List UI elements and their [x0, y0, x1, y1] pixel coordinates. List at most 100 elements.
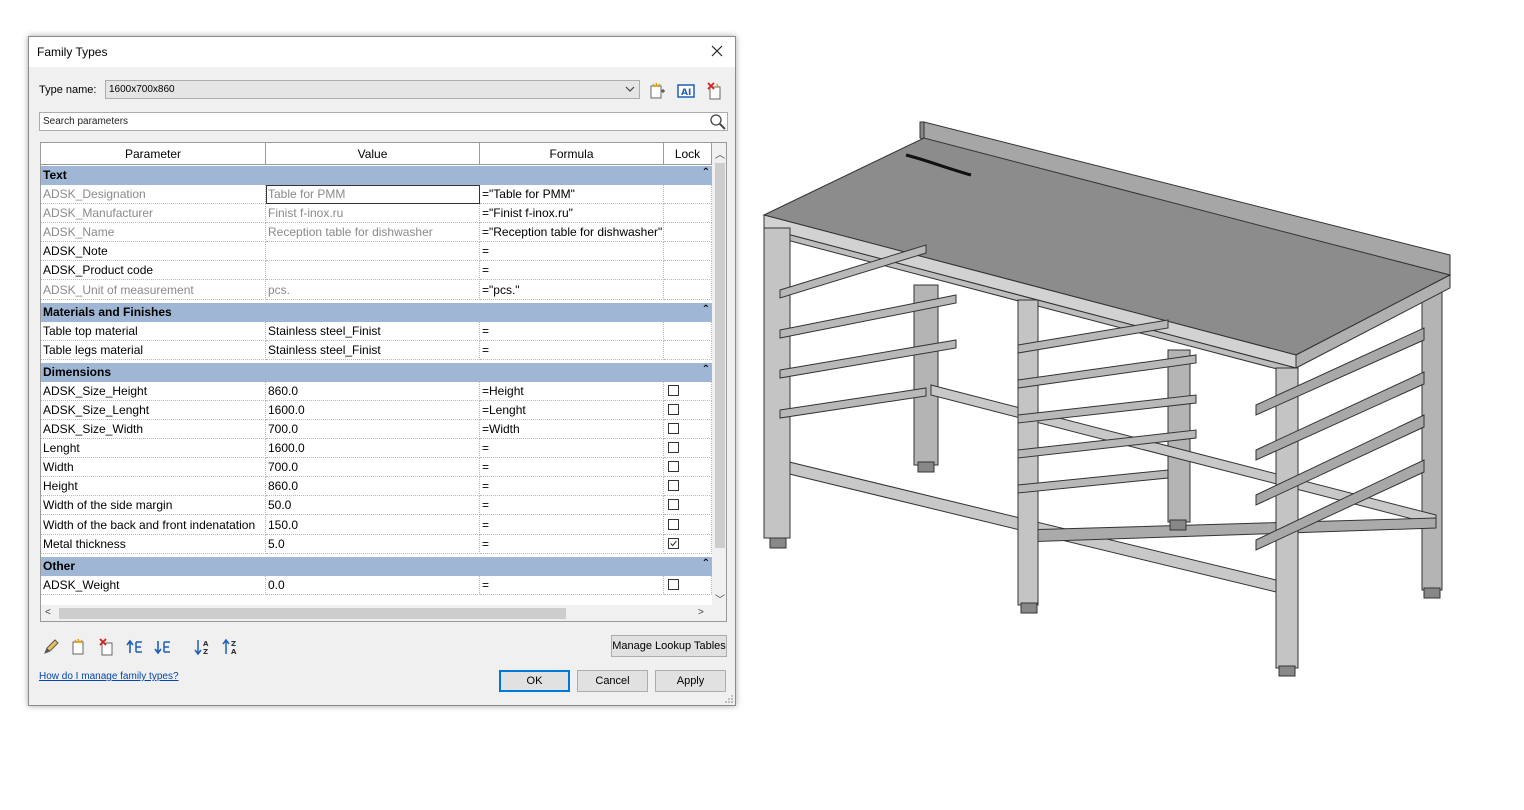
value-cell[interactable]: Finist f-inox.ru — [266, 204, 480, 224]
column-header-lock[interactable]: Lock — [664, 143, 712, 165]
scroll-up-icon[interactable]: ︿ — [715, 146, 725, 161]
formula-cell[interactable]: =Lenght — [480, 400, 664, 420]
sort-ascending-icon[interactable]: AZ — [193, 637, 213, 657]
collapse-icon[interactable]: ⌃ — [702, 167, 710, 178]
formula-cell[interactable]: = — [480, 534, 664, 554]
table-row[interactable]: ADSK_Weight 0.0 = — [41, 575, 712, 595]
column-header-parameter[interactable]: Parameter — [41, 143, 266, 165]
lock-checkbox[interactable] — [668, 578, 679, 590]
formula-cell[interactable]: = — [480, 321, 664, 341]
value-cell[interactable]: 700.0 — [266, 458, 480, 478]
column-header-formula[interactable]: Formula — [480, 143, 664, 165]
lock-checkbox[interactable] — [668, 403, 679, 415]
value-cell[interactable]: 1600.0 — [266, 439, 480, 459]
table-row[interactable]: ADSK_Note = — [41, 242, 712, 262]
type-name-select[interactable]: 1600x700x860 — [105, 80, 640, 99]
lock-checkbox[interactable] — [668, 537, 679, 549]
help-link[interactable]: How do I manage family types? — [39, 671, 179, 682]
edit-pencil-icon[interactable] — [41, 637, 61, 657]
formula-cell[interactable]: =Height — [480, 381, 664, 401]
move-up-icon[interactable] — [125, 637, 145, 657]
value-cell[interactable]: 700.0 — [266, 420, 480, 439]
horizontal-scrollbar[interactable]: < > — [41, 605, 726, 621]
search-input[interactable]: Search parameters — [39, 112, 728, 131]
table-row[interactable]: ADSK_Size_Width 700.0 =Width — [41, 420, 712, 439]
table-row[interactable]: Table legs material Stainless steel_Finis… — [41, 340, 712, 360]
formula-cell[interactable]: ="Reception table for dishwasher" — [480, 223, 664, 243]
table-row[interactable]: Metal thickness 5.0 = — [41, 534, 712, 554]
delete-type-icon[interactable] — [705, 81, 725, 101]
formula-cell[interactable]: = — [480, 261, 664, 281]
horizontal-scroll-thumb[interactable] — [59, 608, 566, 619]
table-row[interactable]: Table top material Stainless steel_Finist… — [41, 321, 712, 341]
table-row[interactable]: ADSK_Size_Lenght 1600.0 =Lenght — [41, 400, 712, 420]
value-cell[interactable]: 50.0 — [266, 496, 480, 516]
value-cell[interactable]: 150.0 — [266, 515, 480, 535]
new-parameter-icon[interactable] — [69, 637, 89, 657]
formula-cell[interactable]: = — [480, 242, 664, 262]
table-row[interactable]: Width of the back and front indenatation… — [41, 515, 712, 535]
resize-grip-icon[interactable] — [724, 694, 734, 704]
table-row[interactable]: Width of the side margin 50.0 = — [41, 496, 712, 516]
lock-checkbox[interactable] — [668, 518, 679, 530]
formula-cell[interactable]: = — [480, 439, 664, 459]
lock-checkbox[interactable] — [668, 442, 679, 454]
value-cell[interactable]: Stainless steel_Finist — [266, 340, 480, 360]
collapse-icon[interactable]: ⌃ — [702, 364, 710, 375]
value-cell[interactable]: 860.0 — [266, 381, 480, 401]
table-row[interactable]: ADSK_Unit of measurement pcs. ="pcs." — [41, 280, 712, 300]
rename-type-icon[interactable]: AI — [676, 81, 696, 101]
value-cell[interactable]: 0.0 — [266, 575, 480, 595]
group-header[interactable]: Other ⌃ — [41, 556, 712, 576]
formula-cell[interactable]: ="Finist f-inox.ru" — [480, 204, 664, 224]
group-header[interactable]: Materials and Finishes ⌃ — [41, 302, 712, 322]
formula-cell[interactable]: = — [480, 340, 664, 360]
value-cell[interactable] — [266, 242, 480, 262]
close-icon[interactable] — [707, 41, 727, 61]
sort-descending-icon[interactable]: ZA — [221, 637, 241, 657]
table-row[interactable]: Height 860.0 = — [41, 477, 712, 497]
lock-checkbox[interactable] — [668, 423, 679, 434]
formula-cell[interactable]: = — [480, 515, 664, 535]
lock-checkbox[interactable] — [668, 480, 679, 492]
lock-checkbox[interactable] — [668, 499, 679, 511]
scroll-down-icon[interactable]: ﹀ — [715, 591, 725, 606]
value-cell[interactable]: pcs. — [266, 280, 480, 300]
group-header[interactable]: Dimensions ⌃ — [41, 362, 712, 382]
table-row[interactable]: ADSK_Product code = — [41, 261, 712, 281]
table-row[interactable]: Width 700.0 = — [41, 458, 712, 478]
formula-cell[interactable]: ="Table for PMM" — [480, 185, 664, 204]
group-header[interactable]: Text ⌃ — [41, 166, 712, 185]
value-cell[interactable]: Stainless steel_Finist — [266, 321, 480, 341]
value-cell[interactable]: 1600.0 — [266, 400, 480, 420]
formula-cell[interactable]: =Width — [480, 420, 664, 439]
search-icon[interactable] — [709, 113, 727, 131]
collapse-icon[interactable]: ⌃ — [702, 304, 710, 315]
formula-cell[interactable]: = — [480, 458, 664, 478]
value-cell[interactable]: 5.0 — [266, 534, 480, 554]
table-row[interactable]: ADSK_Name Reception table for dishwasher =… — [41, 223, 712, 243]
value-cell[interactable]: Table for PMM — [266, 185, 480, 204]
formula-cell[interactable]: ="pcs." — [480, 280, 664, 300]
vertical-scroll-thumb[interactable] — [715, 163, 725, 548]
lock-checkbox[interactable] — [668, 461, 679, 473]
table-row[interactable]: ADSK_Manufacturer Finist f-inox.ru ="Finis… — [41, 204, 712, 224]
value-cell[interactable]: Reception table for dishwasher — [266, 223, 480, 243]
formula-cell[interactable]: = — [480, 496, 664, 516]
new-type-icon[interactable] — [647, 81, 667, 101]
formula-cell[interactable]: = — [480, 575, 664, 595]
manage-lookup-tables-button[interactable]: Manage Lookup Tables — [611, 635, 727, 657]
scroll-left-icon[interactable]: < — [45, 607, 51, 618]
value-cell[interactable] — [266, 261, 480, 281]
cancel-button[interactable]: Cancel — [577, 670, 648, 692]
move-down-icon[interactable] — [153, 637, 173, 657]
table-row[interactable]: ADSK_Designation Table for PMM ="Table for… — [41, 185, 712, 204]
table-row[interactable]: Lenght 1600.0 = — [41, 439, 712, 459]
apply-button[interactable]: Apply — [655, 670, 726, 692]
vertical-scrollbar[interactable]: ︿ ﹀ — [712, 143, 726, 606]
table-row[interactable]: ADSK_Size_Height 860.0 =Height — [41, 381, 712, 401]
column-header-value[interactable]: Value — [266, 143, 480, 165]
collapse-icon[interactable]: ⌃ — [702, 558, 710, 569]
scroll-right-icon[interactable]: > — [698, 607, 704, 618]
delete-parameter-icon[interactable] — [97, 637, 117, 657]
